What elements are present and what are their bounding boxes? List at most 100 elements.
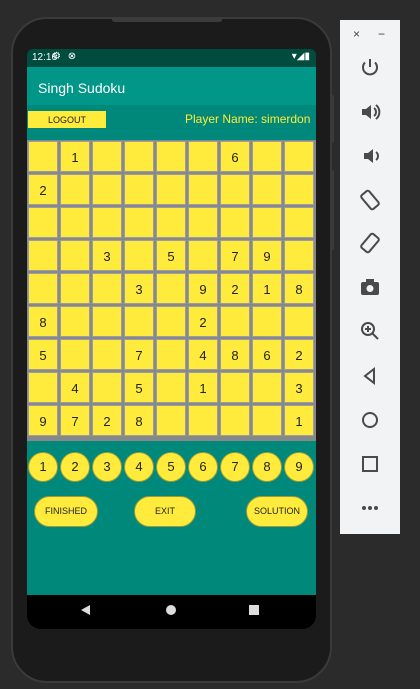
finished-button[interactable]: FINISHED <box>34 496 98 527</box>
number-button-7[interactable]: 7 <box>220 452 250 482</box>
sudoku-cell[interactable] <box>124 174 154 205</box>
sudoku-cell[interactable] <box>60 240 90 271</box>
sudoku-cell[interactable] <box>124 207 154 238</box>
sudoku-cell[interactable] <box>92 207 122 238</box>
logout-button[interactable]: LOGOUT <box>28 111 106 128</box>
close-icon[interactable]: × <box>353 27 360 41</box>
sudoku-cell[interactable]: 2 <box>92 405 122 436</box>
zoom-icon[interactable] <box>358 319 382 343</box>
sudoku-cell[interactable]: 2 <box>28 174 58 205</box>
sudoku-cell[interactable]: 8 <box>284 273 314 304</box>
solution-button[interactable]: SOLUTION <box>246 496 308 527</box>
sudoku-cell[interactable] <box>188 141 218 172</box>
sudoku-cell[interactable] <box>28 141 58 172</box>
sudoku-cell[interactable] <box>284 174 314 205</box>
sudoku-cell[interactable]: 3 <box>124 273 154 304</box>
sudoku-cell[interactable] <box>60 306 90 337</box>
sudoku-cell[interactable] <box>28 240 58 271</box>
sudoku-cell[interactable]: 3 <box>92 240 122 271</box>
number-button-1[interactable]: 1 <box>28 452 58 482</box>
sudoku-cell[interactable]: 7 <box>60 405 90 436</box>
sudoku-cell[interactable] <box>60 174 90 205</box>
sudoku-cell[interactable]: 5 <box>28 339 58 370</box>
sudoku-cell[interactable]: 7 <box>124 339 154 370</box>
sudoku-cell[interactable] <box>252 141 282 172</box>
sudoku-cell[interactable]: 8 <box>220 339 250 370</box>
overview-icon[interactable] <box>358 452 382 476</box>
sudoku-cell[interactable] <box>284 207 314 238</box>
sudoku-cell[interactable] <box>156 273 186 304</box>
volume-down-icon[interactable] <box>358 144 382 168</box>
sudoku-cell[interactable] <box>156 141 186 172</box>
sudoku-cell[interactable] <box>188 207 218 238</box>
number-button-9[interactable]: 9 <box>284 452 314 482</box>
sudoku-cell[interactable]: 4 <box>60 372 90 403</box>
sudoku-cell[interactable] <box>60 273 90 304</box>
number-button-3[interactable]: 3 <box>92 452 122 482</box>
sudoku-cell[interactable] <box>252 174 282 205</box>
sudoku-cell[interactable] <box>124 141 154 172</box>
rotate-right-icon[interactable] <box>358 231 382 255</box>
sudoku-cell[interactable]: 9 <box>188 273 218 304</box>
sudoku-cell[interactable] <box>156 372 186 403</box>
sudoku-cell[interactable]: 5 <box>156 240 186 271</box>
nav-recents-icon[interactable] <box>249 605 259 615</box>
sudoku-cell[interactable] <box>60 339 90 370</box>
more-icon[interactable] <box>358 496 382 520</box>
number-button-2[interactable]: 2 <box>60 452 90 482</box>
sudoku-cell[interactable] <box>220 372 250 403</box>
sudoku-cell[interactable] <box>220 207 250 238</box>
sudoku-cell[interactable] <box>284 141 314 172</box>
back-icon[interactable] <box>358 364 382 388</box>
sudoku-cell[interactable] <box>220 405 250 436</box>
sudoku-cell[interactable] <box>220 174 250 205</box>
exit-button[interactable]: EXIT <box>134 496 196 527</box>
sudoku-cell[interactable]: 2 <box>284 339 314 370</box>
sudoku-cell[interactable] <box>188 240 218 271</box>
power-icon[interactable] <box>358 56 382 80</box>
sudoku-cell[interactable] <box>252 405 282 436</box>
minimize-icon[interactable]: − <box>378 27 385 41</box>
sudoku-cell[interactable] <box>188 405 218 436</box>
rotate-left-icon[interactable] <box>358 188 382 212</box>
sudoku-cell[interactable]: 7 <box>220 240 250 271</box>
number-button-6[interactable]: 6 <box>188 452 218 482</box>
sudoku-cell[interactable] <box>156 306 186 337</box>
sudoku-cell[interactable] <box>156 207 186 238</box>
sudoku-cell[interactable] <box>284 240 314 271</box>
sudoku-cell[interactable]: 9 <box>28 405 58 436</box>
sudoku-cell[interactable] <box>92 372 122 403</box>
sudoku-cell[interactable] <box>92 306 122 337</box>
camera-icon[interactable] <box>358 275 382 299</box>
sudoku-cell[interactable] <box>220 306 250 337</box>
sudoku-cell[interactable]: 8 <box>124 405 154 436</box>
number-button-5[interactable]: 5 <box>156 452 186 482</box>
sudoku-cell[interactable] <box>28 372 58 403</box>
nav-home-icon[interactable] <box>166 605 176 615</box>
sudoku-cell[interactable] <box>92 141 122 172</box>
sudoku-cell[interactable]: 6 <box>252 339 282 370</box>
sudoku-cell[interactable]: 2 <box>188 306 218 337</box>
number-button-4[interactable]: 4 <box>124 452 154 482</box>
sudoku-cell[interactable] <box>28 207 58 238</box>
sudoku-cell[interactable] <box>156 174 186 205</box>
sudoku-cell[interactable] <box>284 306 314 337</box>
number-button-8[interactable]: 8 <box>252 452 282 482</box>
home-icon[interactable] <box>358 408 382 432</box>
sudoku-cell[interactable] <box>252 372 282 403</box>
sudoku-cell[interactable]: 4 <box>188 339 218 370</box>
sudoku-cell[interactable]: 1 <box>188 372 218 403</box>
sudoku-cell[interactable]: 1 <box>252 273 282 304</box>
sudoku-cell[interactable]: 2 <box>220 273 250 304</box>
sudoku-cell[interactable]: 6 <box>220 141 250 172</box>
sudoku-cell[interactable] <box>92 339 122 370</box>
sudoku-cell[interactable] <box>92 174 122 205</box>
volume-up-icon[interactable] <box>358 100 382 124</box>
sudoku-cell[interactable] <box>92 273 122 304</box>
sudoku-cell[interactable]: 5 <box>124 372 154 403</box>
sudoku-cell[interactable] <box>124 240 154 271</box>
sudoku-cell[interactable] <box>60 207 90 238</box>
sudoku-cell[interactable]: 1 <box>284 405 314 436</box>
nav-back-icon[interactable] <box>81 605 90 615</box>
sudoku-cell[interactable]: 9 <box>252 240 282 271</box>
